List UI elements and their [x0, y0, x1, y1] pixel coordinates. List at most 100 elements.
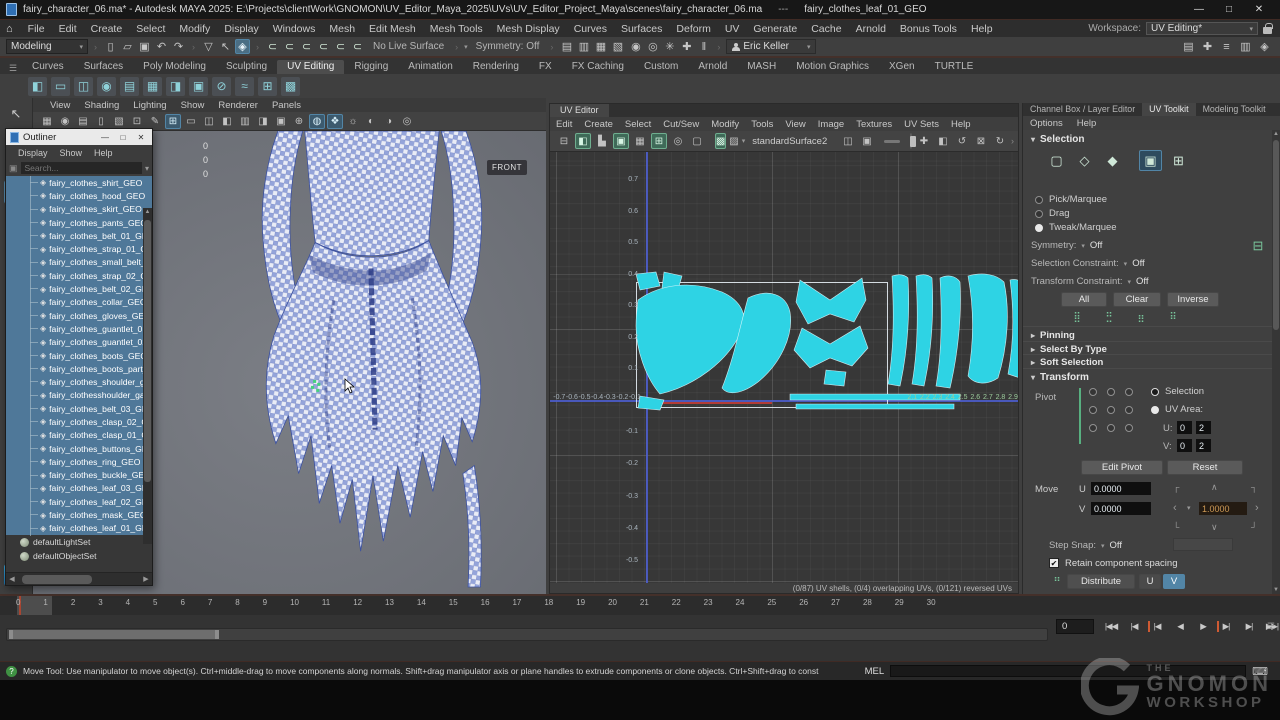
pivot-grid-radio[interactable] [1107, 424, 1115, 432]
menu-item[interactable]: Bonus Tools [893, 23, 964, 35]
pivot-grid-radio[interactable] [1107, 388, 1115, 396]
distribute-u-button[interactable]: U [1139, 574, 1161, 589]
menu-item[interactable]: Select [129, 23, 172, 35]
viewport-menu-item[interactable]: Panels [265, 100, 308, 111]
radio-drag[interactable]: Drag [1035, 208, 1070, 219]
search-input[interactable]: Search... [21, 162, 142, 174]
pivot-grid-radio[interactable] [1125, 424, 1133, 432]
screen-space-ao-icon[interactable]: ◑ [381, 114, 397, 129]
outliner-horizontal-scrollbar[interactable]: ◀ ▶ [6, 572, 152, 585]
transform-constraint-row[interactable]: Transform Constraint: ▾ Off [1031, 276, 1149, 287]
outliner-item[interactable]: ◈ fairy_clothes_mask_GEO [6, 508, 152, 521]
outliner-item[interactable]: ◈ fairy_clothes_pants_GEO [6, 216, 152, 229]
workspace-control-icon[interactable]: ◈ [1257, 39, 1272, 54]
planar-projection-icon[interactable]: ▭ [51, 77, 70, 96]
convert-to-faces-icon[interactable]: ⣶ [1129, 312, 1153, 323]
chevron-down-icon[interactable]: ▾ [742, 137, 746, 145]
toolkit-scrollbar[interactable]: ▲ ▼ [1272, 130, 1280, 594]
checker-pattern-icon[interactable]: ▨ [729, 133, 738, 149]
scrollbar-thumb[interactable] [144, 220, 151, 482]
uv-statistics-icon[interactable]: ▙ [594, 133, 610, 149]
uv-area-v-min-field[interactable]: 0 [1177, 439, 1192, 452]
reset-pivot-button[interactable]: Reset [1167, 460, 1243, 475]
outliner-item[interactable]: ◈ fairy_clothes_strap_01_GEO [6, 242, 152, 255]
outliner-maximize-button[interactable]: □ [116, 133, 130, 142]
shell-select-mode-icon[interactable]: ⊞ [1167, 150, 1190, 171]
menu-item[interactable]: Mesh [322, 23, 362, 35]
slider-knob[interactable] [910, 136, 916, 147]
outliner-minimize-button[interactable]: — [98, 133, 112, 142]
material-name-label[interactable]: standardSurface2 [748, 136, 831, 147]
undo-icon[interactable]: ↶ [154, 39, 169, 54]
shaded-display-icon[interactable]: ◍ [309, 114, 325, 129]
move-uv-shell-icon[interactable]: ✚ [916, 133, 932, 149]
cut-uv-edges-icon[interactable]: ⊘ [212, 77, 231, 96]
selection-section-header[interactable]: ▾Selection [1031, 134, 1084, 145]
outliner-item[interactable]: ◈ fairy_clothes_belt_01_GEO [6, 229, 152, 242]
live-surface-label[interactable]: No Live Surface [368, 41, 449, 52]
baked-texture-icon[interactable]: ▣ [859, 133, 875, 149]
cylindrical-projection-icon[interactable]: ◫ [74, 77, 93, 96]
outliner-titlebar[interactable]: Outliner — □ ✕ [6, 129, 152, 145]
two-d-pan-zoom-icon[interactable]: ⊡ [129, 114, 145, 129]
viewport-menu-item[interactable]: Show [174, 100, 212, 111]
pause-evaluation-icon[interactable]: ‖ [696, 39, 711, 54]
uv-menu-item[interactable]: Tools [745, 119, 779, 130]
select-tool-icon[interactable]: ↖ [4, 102, 28, 126]
snap-to-projected-center-icon[interactable]: ⊂ [316, 39, 331, 54]
outliner-item[interactable]: ◈ fairy_clothes_guantlet_02_G [6, 336, 152, 349]
workspace-lock-icon[interactable] [1263, 27, 1272, 34]
close-button[interactable]: ✕ [1244, 4, 1274, 15]
menu-item[interactable]: Arnold [849, 23, 893, 35]
toolkit-menu-item[interactable]: Options [1023, 118, 1070, 129]
move-v-field[interactable]: 0.0000 [1091, 502, 1151, 515]
lock-camera-icon[interactable]: ◉ [57, 114, 73, 129]
character-model[interactable] [218, 131, 528, 594]
clear-selection-button[interactable]: Clear [1113, 292, 1161, 307]
range-start-handle[interactable] [9, 630, 13, 639]
outliner-menu-item[interactable]: Display [12, 148, 54, 158]
select-all-button[interactable]: All [1061, 292, 1107, 307]
scroll-down-arrow[interactable]: ▼ [1272, 587, 1280, 593]
menu-item[interactable]: Mesh Tools [423, 23, 490, 35]
camera-based-projection-icon[interactable]: ▦ [143, 77, 162, 96]
outliner-item[interactable]: ◈ fairy_clothes_belt_02_GEO [6, 282, 152, 295]
shelf-tab[interactable]: Curves [22, 60, 74, 74]
pivot-selection-radio[interactable]: Selection [1151, 386, 1204, 397]
shelf-tab[interactable]: FX Caching [562, 60, 634, 74]
convert-to-vertices-icon[interactable]: ⣿ [1065, 312, 1089, 323]
shelf-tab[interactable]: Poly Modeling [133, 60, 216, 74]
move-right-arrow[interactable]: › [1255, 502, 1259, 514]
time-slider[interactable]: 0123456789101112131415161718192021222324… [0, 594, 1280, 615]
uv-menu-item[interactable]: Help [945, 119, 977, 130]
invert-selection-button[interactable]: Inverse [1167, 292, 1219, 307]
symmetry-icon[interactable]: ⊟ [1246, 238, 1270, 254]
use-all-lights-icon[interactable]: ☼ [345, 114, 361, 129]
camera-attributes-icon[interactable]: ▤ [75, 114, 91, 129]
uv-area-v-max-field[interactable]: 2 [1196, 439, 1211, 452]
move-u-field[interactable]: 0.0000 [1091, 482, 1151, 495]
automatic-unwrap-icon[interactable]: ◧ [28, 77, 47, 96]
uv-menu-item[interactable]: Cut/Sew [657, 119, 705, 130]
film-gate-icon[interactable]: ▭ [183, 114, 199, 129]
best-plane-texturing-icon[interactable]: ◨ [166, 77, 185, 96]
shaded-uv-display-icon[interactable]: ◧ [575, 133, 591, 149]
outliner-item[interactable]: ◈ fairy_clothes_hood_GEO [6, 189, 152, 202]
tool-settings-toggle-icon[interactable]: ✚ [1200, 39, 1215, 54]
scroll-up-arrow[interactable]: ▲ [1272, 131, 1280, 137]
move-down-arrow[interactable]: ∨ [1211, 522, 1218, 533]
outliner-vertical-scrollbar[interactable]: ▲ [143, 208, 152, 544]
display-image-toggle-icon[interactable]: ▩ [715, 133, 726, 149]
maximize-button[interactable]: □ [1214, 4, 1244, 15]
uv-menu-item[interactable]: Create [578, 119, 619, 130]
marquee-select-icon[interactable]: ▢ [1045, 150, 1068, 171]
mel-command-input[interactable] [890, 665, 1246, 677]
output-connections-icon[interactable]: ▥ [576, 39, 591, 54]
uv-menu-item[interactable]: Modify [705, 119, 745, 130]
pinning-section-header[interactable]: ▸Pinning [1031, 330, 1075, 341]
shelf-menu-icon[interactable]: ☰ [4, 63, 22, 74]
menu-item[interactable]: Generate [746, 23, 804, 35]
step-forward-key-button[interactable]: ▶| [1217, 619, 1235, 634]
outliner-item[interactable]: ◈ fairy_clothes_skirt_GEO [6, 203, 152, 216]
grid-toggle-icon[interactable]: ⊞ [165, 114, 181, 129]
